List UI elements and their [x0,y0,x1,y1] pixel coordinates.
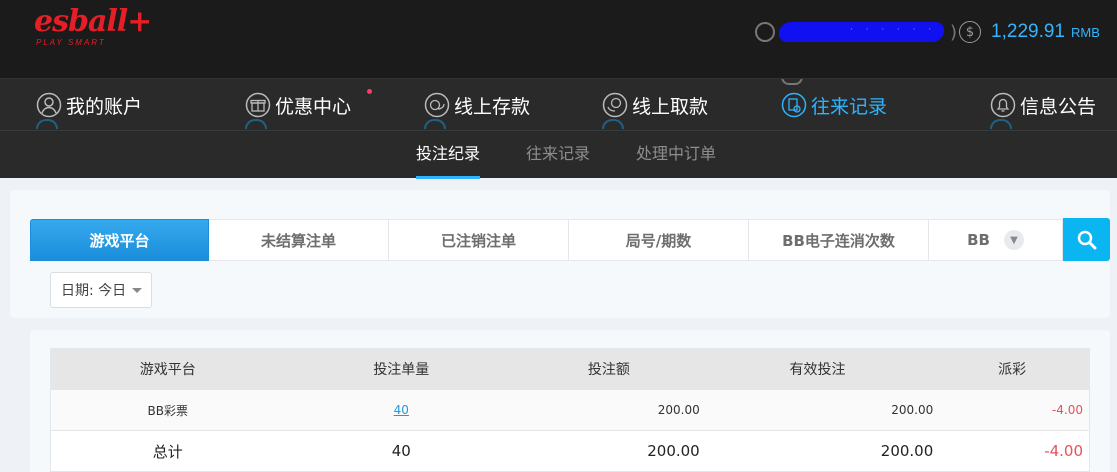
nav-ghost-icon [36,119,58,129]
table-row: BB彩票 40 200.00 200.00 -4.00 [51,390,1089,431]
nav-label: 线上存款 [454,95,531,118]
nav-item-online-withdraw[interactable]: 线上取款 [602,79,708,130]
separator-icon: ) [950,21,958,43]
results-table: 游戏平台 投注单量 投注额 有效投注 派彩 BB彩票 40 200.00 200… [50,348,1090,472]
account-info[interactable]: · · · · · · [755,18,946,46]
nav-item-online-deposit[interactable]: 线上存款 [424,79,530,130]
caret-down-icon [132,287,143,293]
tab-game-platform[interactable]: 游戏平台 [30,219,209,261]
nav-ghost-icon [424,119,446,129]
nav-label: 线上取款 [632,95,709,118]
username-redacted: · · · · · · [777,22,946,42]
username-text: · · · · · · [848,22,937,36]
col-header-amount: 投注额 [587,362,630,378]
nav-ghost-icon [781,79,803,85]
nav-item-announcements[interactable]: 信息公告 [990,79,1096,130]
chevron-down-icon: ▼ [1003,230,1024,250]
nav-label: 优惠中心 [275,95,352,118]
table-total-row: 总计 40 200.00 200.00 -4.00 [51,431,1089,472]
nav-ghost-icon [990,119,1012,129]
records-icon [781,92,807,118]
sub-nav: 投注纪录 往来记录 处理中订单 [0,130,1117,179]
results-panel: 游戏平台 投注单量 投注额 有效投注 派彩 BB彩票 40 200.00 200… [30,330,1110,472]
balance-currency: RMB [1071,24,1100,40]
total-payout: -4.00 [1044,442,1083,460]
nav-ghost-icon [245,119,267,129]
deposit-icon [424,92,450,118]
bell-icon [990,92,1016,118]
main-nav: 我的账户 优惠中心 线上存款 线上取款 往来记录 信息公告 [0,78,1117,130]
col-header-payout: 派彩 [998,362,1027,378]
dollar-coin-icon: $ [959,21,982,43]
nav-item-promotions[interactable]: 优惠中心 [245,79,351,130]
nav-ghost-icon [602,119,624,129]
table-header: 游戏平台 投注单量 投注额 有效投注 派彩 [51,349,1089,390]
nav-label: 往来记录 [811,95,888,118]
cell-amount: 200.00 [657,403,700,417]
tab-bb-combo-count[interactable]: BB电子连消次数 [749,219,929,261]
search-icon [1077,230,1096,249]
nav-item-records[interactable]: 往来记录 [781,79,887,130]
gift-icon [245,92,271,118]
col-header-platform: 游戏平台 [139,362,196,378]
subtab-bet-records[interactable]: 投注纪录 [416,131,481,179]
col-header-count: 投注单量 [373,362,430,378]
logo-tagline: PLAY SMART [36,38,106,47]
nav-item-my-account[interactable]: 我的账户 [36,79,142,130]
subtab-pending-orders[interactable]: 处理中订单 [636,131,716,179]
top-bar: esball+ PLAY SMART · · · · · · ) $ 1,229… [0,0,1117,78]
notification-dot [367,89,372,94]
bet-count-link[interactable]: 40 [394,403,409,417]
search-button[interactable] [1063,218,1110,261]
filter-tabs: 游戏平台 未结算注单 已注销注单 局号/期数 BB电子连消次数 BB ▼ [30,219,1063,261]
cell-payout: -4.00 [1051,403,1083,417]
withdraw-icon [602,92,628,118]
col-header-valid: 有效投注 [789,362,846,378]
cell-valid: 200.00 [891,403,934,417]
total-label: 总计 [152,442,183,461]
balance-display: ) $ 1,229.91 RMB [950,16,1100,48]
tab-unsettled-bets[interactable]: 未结算注单 [209,219,389,261]
user-icon [36,92,62,118]
platform-select[interactable]: BB ▼ [929,219,1063,261]
tab-round-period[interactable]: 局号/期数 [569,219,749,261]
esball-logo[interactable]: esball+ PLAY SMART [34,4,152,50]
account-circle-icon [755,22,775,42]
platform-select-value: BB [967,231,990,249]
total-count: 40 [391,442,411,460]
cell-platform: BB彩票 [147,403,188,418]
balance-amount: 1,229.91 [991,21,1065,42]
cell-count: 40 [285,403,519,417]
date-select-label: 日期: 今日 [61,283,127,299]
subtab-transaction-records[interactable]: 往来记录 [526,131,590,179]
logo-word: esball+ [34,4,152,39]
filter-panel: 游戏平台 未结算注单 已注销注单 局号/期数 BB电子连消次数 BB ▼ 日期:… [10,190,1110,318]
date-select[interactable]: 日期: 今日 [50,272,152,308]
total-amount: 200.00 [647,442,700,460]
nav-label: 我的账户 [66,95,143,118]
total-valid: 200.00 [880,442,934,460]
tab-cancelled-bets[interactable]: 已注销注单 [389,219,569,261]
nav-label: 信息公告 [1020,95,1097,118]
